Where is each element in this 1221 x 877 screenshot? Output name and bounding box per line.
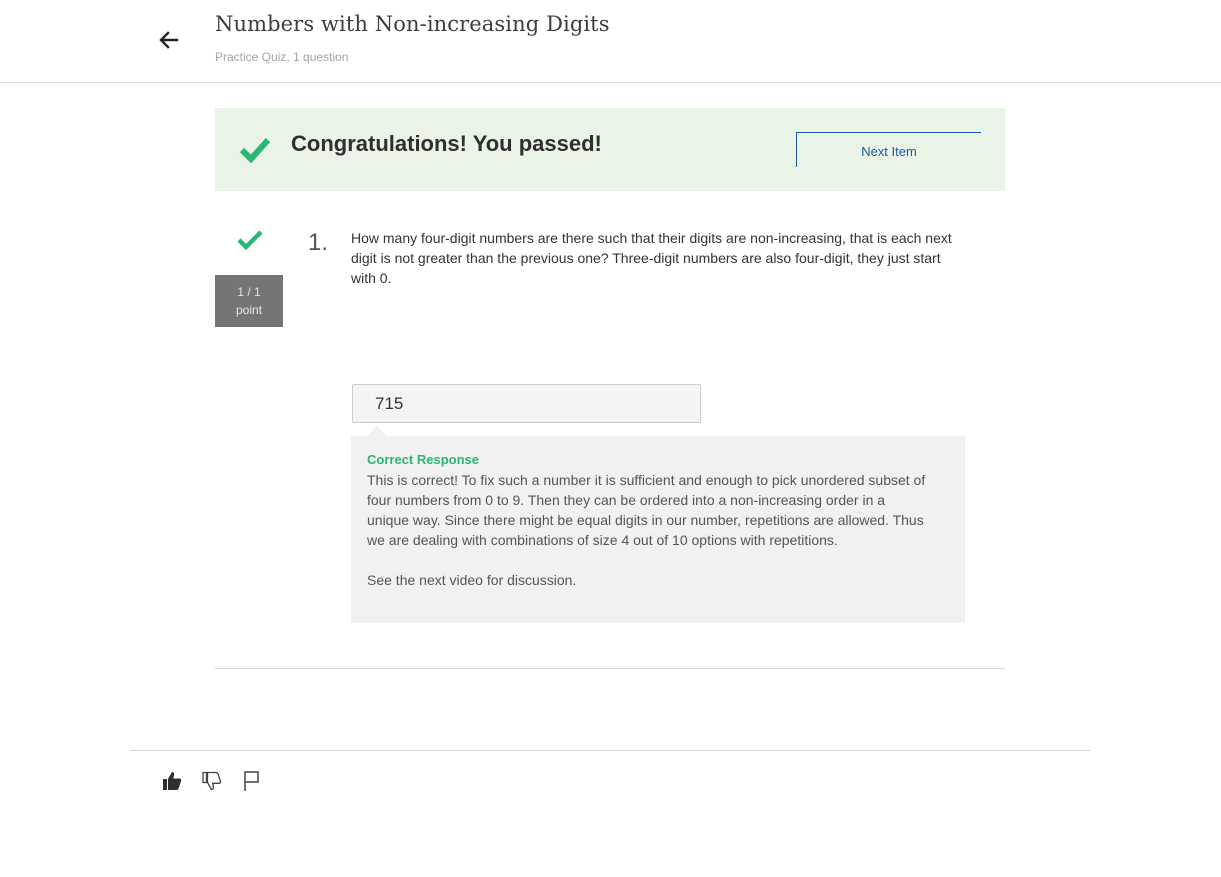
checkmark-icon xyxy=(239,137,271,163)
back-button[interactable] xyxy=(153,24,185,56)
feedback-follow-up: See the next video for discussion. xyxy=(367,572,577,588)
page-subtitle: Practice Quiz, 1 question xyxy=(215,50,349,64)
points-label: point xyxy=(235,303,263,317)
feedback-pointer xyxy=(367,426,387,436)
divider xyxy=(215,668,1005,669)
feedback-body: This is correct! To fix such a number it… xyxy=(367,472,926,548)
page-title: Numbers with Non-increasing Digits xyxy=(215,12,610,36)
question-text: How many four-digit numbers are there su… xyxy=(351,230,952,286)
question-number: 1. xyxy=(308,229,329,256)
answer-input[interactable] xyxy=(352,384,701,423)
divider xyxy=(130,750,1090,751)
points-score: 1 / 1 xyxy=(237,285,261,299)
dislike-button[interactable] xyxy=(200,768,224,794)
feedback-panel: Correct Response This is correct! To fix… xyxy=(351,426,965,623)
thumbs-down-icon xyxy=(202,771,222,791)
points-badge: 1 / 1 point xyxy=(215,275,283,327)
like-button[interactable] xyxy=(160,768,184,794)
feedback-label: Correct Response xyxy=(367,452,479,467)
next-item-button[interactable]: Next Item xyxy=(796,132,981,167)
flag-button[interactable] xyxy=(240,768,264,794)
pass-banner: Congratulations! You passed! Next Item xyxy=(215,108,1005,191)
pass-message: Congratulations! You passed! xyxy=(291,131,602,156)
flag-icon xyxy=(244,771,259,791)
arrow-left-icon xyxy=(159,31,179,49)
feedback-actions xyxy=(160,766,264,796)
thumbs-up-icon xyxy=(163,772,182,790)
page-header: Numbers with Non-increasing Digits Pract… xyxy=(0,0,1221,83)
question-correct-checkmark-icon xyxy=(237,230,263,251)
